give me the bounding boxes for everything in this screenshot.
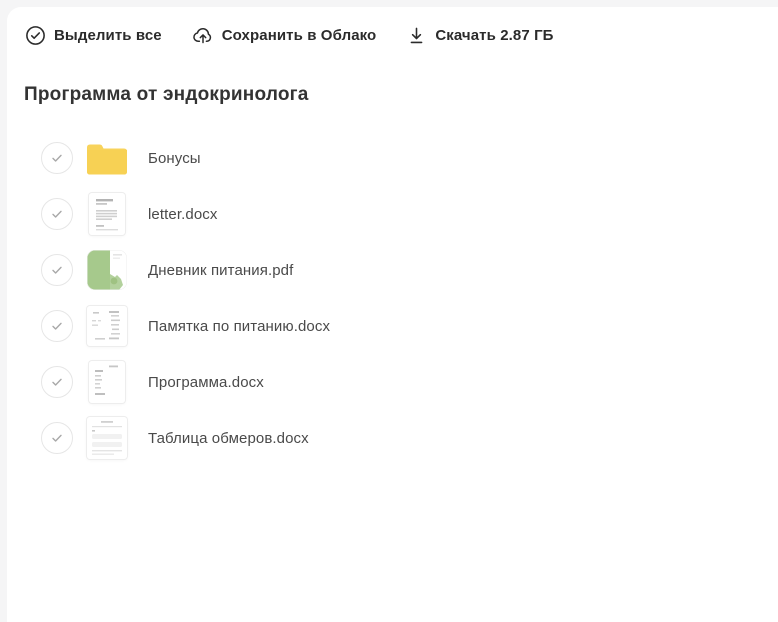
file-name[interactable]: Таблица обмеров.docx	[148, 430, 309, 447]
check-circle-icon	[25, 25, 46, 46]
row-checkbox[interactable]	[41, 142, 73, 174]
file-row-programma[interactable]: Программа.docx	[7, 354, 778, 410]
file-row-tablica[interactable]: Таблица обмеров.docx	[7, 410, 778, 466]
row-checkbox[interactable]	[41, 254, 73, 286]
check-icon	[50, 319, 64, 333]
pdf-thumbnail	[87, 248, 127, 292]
save-to-cloud-button[interactable]: Сохранить в Облако	[192, 25, 377, 46]
file-row-dnevnik[interactable]: Дневник питания.pdf	[7, 242, 778, 298]
select-all-button[interactable]: Выделить все	[25, 25, 162, 46]
file-row-pamyatka[interactable]: Памятка по питанию.docx	[7, 298, 778, 354]
file-row-letter[interactable]: letter.docx	[7, 186, 778, 242]
docx-thumbnail	[87, 360, 127, 404]
check-icon	[50, 263, 64, 277]
row-checkbox[interactable]	[41, 366, 73, 398]
row-checkbox[interactable]	[41, 198, 73, 230]
content-panel: Выделить все Сохранить в Облако Скачать …	[7, 7, 778, 622]
docx-thumbnail	[87, 192, 127, 236]
page-title: Программа от эндокринолога	[24, 84, 778, 106]
check-icon	[50, 207, 64, 221]
download-icon	[406, 25, 427, 46]
docx-thumbnail	[87, 416, 127, 460]
file-name[interactable]: Бонусы	[148, 150, 201, 167]
save-to-cloud-label: Сохранить в Облако	[222, 27, 377, 44]
file-name[interactable]: Памятка по питанию.docx	[148, 318, 330, 335]
file-name[interactable]: Дневник питания.pdf	[148, 262, 293, 279]
toolbar: Выделить все Сохранить в Облако Скачать …	[7, 7, 778, 51]
file-list: Бонусы	[7, 130, 778, 466]
download-label: Скачать 2.87 ГБ	[435, 27, 553, 44]
row-checkbox[interactable]	[41, 310, 73, 342]
folder-icon	[87, 136, 127, 180]
download-button[interactable]: Скачать 2.87 ГБ	[406, 25, 553, 46]
file-row-bonusy[interactable]: Бонусы	[7, 130, 778, 186]
check-icon	[50, 151, 64, 165]
select-all-label: Выделить все	[54, 27, 162, 44]
row-checkbox[interactable]	[41, 422, 73, 454]
check-icon	[50, 375, 64, 389]
file-name[interactable]: Программа.docx	[148, 374, 264, 391]
check-icon	[50, 431, 64, 445]
file-name[interactable]: letter.docx	[148, 206, 217, 223]
docx-thumbnail	[87, 304, 127, 348]
cloud-upload-icon	[192, 25, 214, 46]
